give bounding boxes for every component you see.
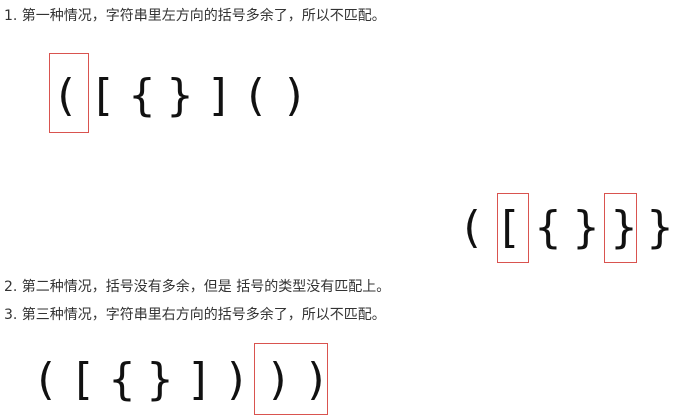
case3-bracket-2: [ — [75, 354, 93, 405]
case1-bracket-3: { — [128, 70, 156, 121]
case3-bracket-6: ) — [227, 354, 245, 405]
case3-caption: 3. 第三种情况，字符串里右方向的括号多余了，所以不匹配。 — [4, 307, 386, 323]
case1-bracket-6: ( — [247, 70, 265, 121]
case3-highlight-box — [254, 343, 328, 415]
case2-caption: 2. 第二种情况，括号没有多余，但是 括号的类型没有匹配上。 — [4, 279, 391, 295]
case3-bracket-5: ] — [189, 354, 207, 405]
case2-highlight-box-1 — [497, 193, 529, 263]
case2-bracket-1: ( — [463, 202, 481, 253]
case1-bracket-7: ) — [285, 70, 303, 121]
case1-bracket-2: [ — [95, 70, 113, 121]
case3-bracket-3: { — [108, 354, 136, 405]
case2-bracket-3: { — [534, 202, 562, 253]
case3-bracket-4: } — [146, 354, 174, 405]
case1-bracket-4: } — [166, 70, 194, 121]
case2-highlight-box-2 — [604, 193, 637, 263]
case3-bracket-1: ( — [37, 354, 55, 405]
case1-highlight-box — [49, 53, 89, 133]
case1-bracket-5: ] — [209, 70, 227, 121]
case1-caption: 1. 第一种情况，字符串里左方向的括号多余了，所以不匹配。 — [4, 8, 386, 24]
case2-bracket-row: ( [ { } } } — [452, 188, 680, 268]
case2-bracket-6: } — [646, 202, 674, 253]
case2-bracket-4: } — [572, 202, 600, 253]
